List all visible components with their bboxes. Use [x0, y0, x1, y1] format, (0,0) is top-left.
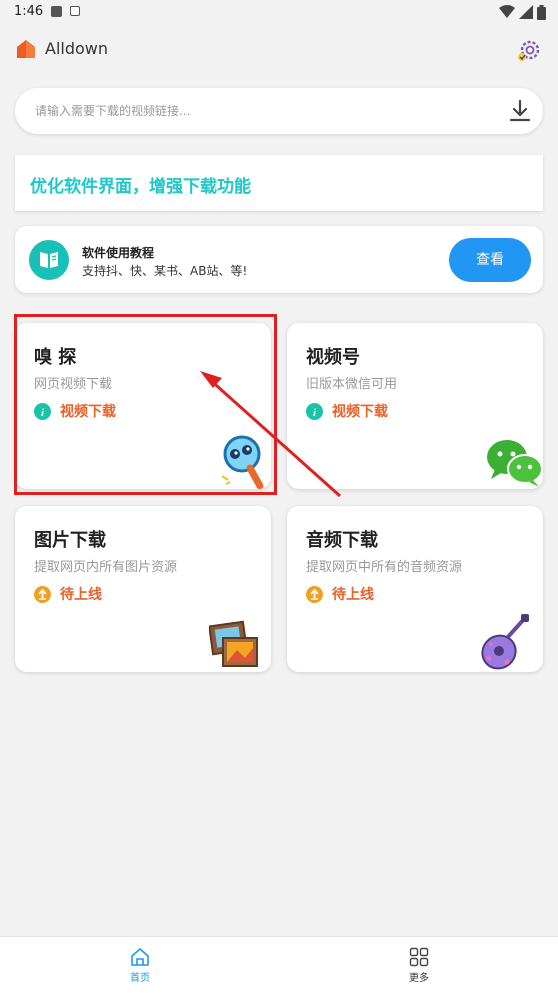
app-title: Alldown [45, 39, 109, 58]
status-label: 视频下载 [332, 404, 388, 420]
status-time: 1:46 [14, 4, 44, 19]
announcement-banner: 优化软件界面，增强下载功能 [15, 155, 543, 211]
link-input-box [15, 88, 543, 134]
tutorial-title: 软件使用教程 [82, 246, 155, 260]
home-icon [131, 948, 149, 966]
nav-more-label: 更多 [409, 973, 429, 984]
video-link-input[interactable] [35, 88, 495, 134]
guitar-icon [481, 614, 529, 670]
a-notification-icon [70, 6, 80, 16]
grid-icon [409, 947, 429, 967]
download-icon[interactable] [509, 99, 531, 123]
card-description: 提取网页中所有的音频资源 [306, 560, 463, 575]
status-label: 待上线 [60, 587, 102, 603]
card-title: 音频下载 [306, 530, 378, 551]
status-label: 待上线 [332, 587, 374, 603]
upload-icon [34, 585, 51, 603]
view-tutorial-button[interactable]: 查看 [449, 238, 531, 282]
gallery-notification-icon [51, 6, 62, 17]
banner-text: 优化软件界面，增强下载功能 [30, 177, 251, 197]
nav-home[interactable]: 首页 [100, 937, 180, 993]
signal-icon [519, 5, 533, 19]
highlight-box [14, 314, 277, 495]
upload-icon [306, 585, 323, 603]
nav-home-label: 首页 [130, 973, 150, 984]
card-description: 旧版本微信可用 [306, 377, 398, 392]
nav-more[interactable]: 更多 [379, 937, 459, 993]
card-description: 提取网页内所有图片资源 [34, 560, 178, 575]
svg-text:i: i [313, 407, 317, 419]
battery-icon [537, 4, 546, 20]
wechat-icon [487, 440, 543, 487]
image-download-card[interactable]: 图片下载 提取网页内所有图片资源 待上线 [15, 506, 271, 672]
card-status: 待上线 [306, 585, 374, 603]
status-indicators [499, 4, 546, 20]
settings-gear-icon[interactable] [516, 38, 542, 64]
wifi-icon [499, 5, 515, 18]
app-logo-icon [17, 40, 35, 58]
status-bar: 1:46 [0, 0, 558, 24]
book-icon [29, 240, 69, 280]
app-header: Alldown [0, 28, 558, 70]
card-status: i 视频下载 [306, 402, 388, 420]
wechat-channels-card[interactable]: 视频号 旧版本微信可用 i 视频下载 [287, 323, 543, 489]
tutorial-subtitle: 支持抖、快、某书、AB站、等! [82, 264, 248, 278]
audio-download-card[interactable]: 音频下载 提取网页中所有的音频资源 待上线 [287, 506, 543, 672]
pictures-icon [209, 620, 258, 667]
card-title: 图片下载 [34, 530, 106, 551]
card-status: 待上线 [34, 585, 102, 603]
info-icon: i [306, 402, 323, 420]
card-title: 视频号 [306, 347, 360, 368]
bottom-navigation: 首页 更多 [0, 936, 558, 993]
annotation-arrow [200, 371, 341, 498]
tutorial-card: 软件使用教程 支持抖、快、某书、AB站、等! 查看 [15, 226, 543, 293]
